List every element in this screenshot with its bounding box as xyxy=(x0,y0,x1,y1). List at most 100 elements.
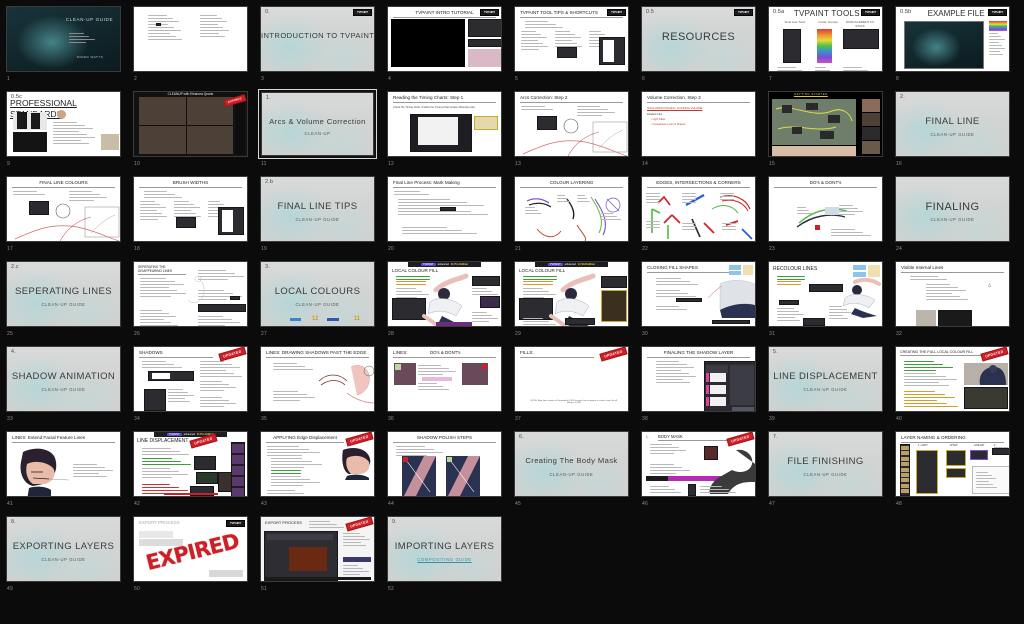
slide-thumbnail[interactable]: DO's & DONT's xyxy=(766,174,885,244)
slide-thumbnail[interactable]: CLOSING FILL SHAPES xyxy=(639,259,758,329)
slide-thumbnail[interactable]: Visible Internal Lines △ xyxy=(893,259,1012,329)
slide-cell[interactable]: EXPORT PROCESS TVPAINT EXPIRED 50 xyxy=(131,514,258,599)
slide-cell[interactable]: TVPAINT advanced 11 Pro Edition LOCAL COLOU… xyxy=(385,259,512,344)
slide-thumbnail[interactable]: 3. LOCAL COLOURS CLEAN-UP GUIDE 12 11 xyxy=(258,259,377,329)
slide-thumbnail[interactable]: 0.5b EXAMPLE FILE TVPAINT xyxy=(893,4,1012,74)
slide-cell[interactable]: 9. IMPORTING LAYERS COMPOSITING GUIDE 52 xyxy=(385,514,512,599)
slide-thumbnail[interactable]: EXPORT PROCESS UPDATED xyxy=(258,514,377,584)
slide-cell[interactable]: LINES: DRAWING SHADOWS PAST THE EDGE 35 xyxy=(258,344,385,429)
slide-cell[interactable]: 0.5a TVPAINT TOOLS Final Line Tools Colour … xyxy=(766,4,893,89)
slide-cell[interactable]: SEPERATING THE DISAPPEARING LINES 26 xyxy=(131,259,258,344)
slide-thumbnail[interactable]: 9. IMPORTING LAYERS COMPOSITING GUIDE xyxy=(385,514,504,584)
slide-cell[interactable]: GETTING STARTED 15 xyxy=(766,89,893,174)
slide-thumbnail[interactable]: Arcs Correction: Step 2 xyxy=(512,89,631,159)
slide-cell[interactable]: CLEANUP with Eleanora Quario EXPIRED 10 xyxy=(131,89,258,174)
slide-thumbnail[interactable]: 0. INTRODUCTION TO TVPAINT TVPAINT xyxy=(258,4,377,74)
slide-cell[interactable]: FILLS: NOTE: Blue lines shown in Dreamdec… xyxy=(512,344,639,429)
slide-cell[interactable]: 2. FINAL LINE CLEAN-UP GUIDE 16 xyxy=(893,89,1020,174)
slide-thumbnail[interactable]: SHADOWS UPDATED xyxy=(131,344,250,414)
slide-cell[interactable]: Reading the Timing Charts: Step 1 Check t… xyxy=(385,89,512,174)
slide-cell[interactable]: 0.5cPROFESSIONAL STANDARDS 9 xyxy=(4,89,131,174)
slide-thumbnail[interactable] xyxy=(131,4,250,74)
slide-cell[interactable]: CLEAN-UP GUIDE MIRED WATTS 1 xyxy=(4,4,131,89)
slide-sorter-pane[interactable]: CLEAN-UP GUIDE MIRED WATTS 1 2 0. INTRODUCTIO… xyxy=(0,0,1024,624)
slide-thumbnail[interactable]: LAYER NAMING & ORDERING 1. LIGHT SHOW LINE … xyxy=(893,429,1012,499)
slide-cell[interactable]: SHADOW POLISH STEPS 44 xyxy=(385,429,512,514)
slide-thumbnail[interactable]: TVPAINT advanced 11 Pro Edition LINE DISPLA… xyxy=(131,429,250,499)
slide-cell[interactable]: 4. SHADOW ANIMATION CLEAN-UP GUIDE 33 xyxy=(4,344,131,429)
slide-thumbnail[interactable]: GETTING STARTED xyxy=(766,89,885,159)
slide-thumbnail[interactable]: 2. FINAL LINE CLEAN-UP GUIDE xyxy=(893,89,1012,159)
slide-cell[interactable]: TVPAINT INTRO TUTORIAL TVPAINT 4 xyxy=(385,4,512,89)
slide-thumbnail[interactable]: BRUSH WIDTHS xyxy=(131,174,250,244)
slide-cell[interactable]: 8. EXPORTING LAYERS CLEAN-UP GUIDE 49 xyxy=(4,514,131,599)
slide-cell[interactable]: 2.c SEPERATING LINES CLEAN-UP GUIDE 25 xyxy=(4,259,131,344)
slide-cell[interactable]: 3. LOCAL COLOURS CLEAN-UP GUIDE 12 11 27 xyxy=(258,259,385,344)
slide-cell[interactable]: FINAL LINE COLOURS 17 xyxy=(4,174,131,259)
slide-thumbnail[interactable]: LINES: DO's & DONT's xyxy=(385,344,504,414)
slide-cell[interactable]: TVPAINT advanced 11 Pro Edition LINE DISPLA… xyxy=(131,429,258,514)
slide-thumbnail[interactable]: 4. SHADOW ANIMATION CLEAN-UP GUIDE xyxy=(4,344,123,414)
slide-cell[interactable]: 0. INTRODUCTION TO TVPAINT TVPAINT 3 xyxy=(258,4,385,89)
slide-thumbnail[interactable]: 0.5 RESOURCES TVPAINT xyxy=(639,4,758,74)
slide-thumbnail[interactable]: 5. LINE DISPLACEMENT CLEAN-UP GUIDE xyxy=(766,344,885,414)
slide-thumbnail[interactable]: FINALING THE SHADOW LAYER xyxy=(639,344,758,414)
slide-thumbnail[interactable]: CLEAN-UP GUIDE MIRED WATTS xyxy=(4,4,123,74)
slide-thumbnail[interactable]: TVPAINT INTRO TUTORIAL TVPAINT xyxy=(385,4,504,74)
slide-thumbnail[interactable]: 1. BODY MASK UPDATED xyxy=(639,429,758,499)
slide-cell[interactable]: LINES: Extend Facial Feature Lines 41 xyxy=(4,429,131,514)
slide-thumbnail[interactable]: Reading the Timing Charts: Step 1 Check t… xyxy=(385,89,504,159)
slide-cell[interactable]: Final Line Process: Mark Making 20 xyxy=(385,174,512,259)
slide-thumbnail[interactable]: RECOLOUR LINES xyxy=(766,259,885,329)
slide-cell[interactable]: Volume Correction, Step 3 OCCLUSION ISSUE… xyxy=(639,89,766,174)
slide-thumbnail[interactable]: EXPORT PROCESS TVPAINT EXPIRED xyxy=(131,514,250,584)
slide-thumbnail[interactable]: Volume Correction, Step 3 OCCLUSION ISSUE… xyxy=(639,89,758,159)
slide-thumbnail[interactable]: 2.c SEPERATING LINES CLEAN-UP GUIDE xyxy=(4,259,123,329)
slide-thumbnail[interactable]: LINES: DRAWING SHADOWS PAST THE EDGE xyxy=(258,344,377,414)
slide-thumbnail[interactable]: SHADOW POLISH STEPS xyxy=(385,429,504,499)
slide-cell[interactable]: 0.5b EXAMPLE FILE TVPAINT 8 xyxy=(893,4,1020,89)
slide-thumbnail[interactable]: 6. Creating The Body Mask CLEAN-UP GUIDE xyxy=(512,429,631,499)
slide-thumbnail[interactable]: SEPERATING THE DISAPPEARING LINES xyxy=(131,259,250,329)
slide-cell[interactable]: 5. LINE DISPLACEMENT CLEAN-UP GUIDE 39 xyxy=(766,344,893,429)
slide-cell[interactable]: SHADOWS UPDATED 34 xyxy=(131,344,258,429)
slide-cell[interactable]: CREATING THE FULL LOCAL COLOUR FILL UPDA… xyxy=(893,344,1020,429)
slide-cell[interactable]: LAYER NAMING & ORDERING 1. LIGHT SHOW LINE … xyxy=(893,429,1020,514)
slide-cell[interactable]: RECOLOUR LINES 31 xyxy=(766,259,893,344)
slide-cell[interactable]: LINES: DO's & DONT's 36 xyxy=(385,344,512,429)
slide-thumbnail[interactable]: CREATING THE FULL LOCAL COLOUR FILL UPDA… xyxy=(893,344,1012,414)
slide-thumbnail-selected[interactable]: 1. Arcs & Volume Correction CLEAN-UP xyxy=(258,89,377,159)
slide-thumbnail[interactable]: 7. FILE FINISHING CLEAN-UP GUIDE xyxy=(766,429,885,499)
slide-thumbnail[interactable]: TVPAINT advanced 11 Std Edition LOCAL COLOU… xyxy=(512,259,631,329)
slide-thumbnail[interactable]: TVPAINT TOOL TIPS & SHORTCUTS TVPAINT xyxy=(512,4,631,74)
slide-cell[interactable]: 7. FILE FINISHING CLEAN-UP GUIDE 47 xyxy=(766,429,893,514)
slide-cell[interactable]: Visible Internal Lines △ 32 xyxy=(893,259,1020,344)
slide-thumbnail[interactable]: TVPAINT advanced 11 Pro Edition LOCAL COLOU… xyxy=(385,259,504,329)
slide-thumbnail[interactable]: LINES: Extend Facial Feature Lines xyxy=(4,429,123,499)
slide-cell[interactable]: FINALING CLEAN-UP GUIDE 24 xyxy=(893,174,1020,259)
slide-cell[interactable]: TVPAINT advanced 11 Std Edition LOCAL COLOU… xyxy=(512,259,639,344)
slide-cell[interactable]: EDGES, INTERSECTIONS & CORNERS 22 xyxy=(639,174,766,259)
slide-cell[interactable]: EXPORT PROCESS UPDATED 51 xyxy=(258,514,385,599)
slide-thumbnail[interactable]: FINALING CLEAN-UP GUIDE xyxy=(893,174,1012,244)
slide-thumbnail[interactable]: 0.5cPROFESSIONAL STANDARDS xyxy=(4,89,123,159)
slide-thumbnail[interactable]: 8. EXPORTING LAYERS CLEAN-UP GUIDE xyxy=(4,514,123,584)
slide-thumbnail[interactable]: EDGES, INTERSECTIONS & CORNERS xyxy=(639,174,758,244)
slide-thumbnail[interactable]: CLEANUP with Eleanora Quario EXPIRED xyxy=(131,89,250,159)
slide-thumbnail[interactable]: 2.b FINAL LINE TIPS CLEAN-UP GUIDE xyxy=(258,174,377,244)
slide-cell[interactable]: CLOSING FILL SHAPES 30 xyxy=(639,259,766,344)
slide-thumbnail[interactable]: FINAL LINE COLOURS xyxy=(4,174,123,244)
slide-thumbnail[interactable]: 0.5a TVPAINT TOOLS Final Line Tools Colour … xyxy=(766,4,885,74)
slide-thumbnail[interactable]: FILLS: NOTE: Blue lines shown in Dreamdec… xyxy=(512,344,631,414)
slide-thumbnail[interactable]: COLOUR LAYERING xyxy=(512,174,631,244)
slide-cell[interactable]: DO's & DONT's 23 xyxy=(766,174,893,259)
slide-cell[interactable]: COLOUR LAYERING 21 xyxy=(512,174,639,259)
slide-cell[interactable]: BRUSH WIDTHS 18 xyxy=(131,174,258,259)
slide-cell[interactable]: APPLYING Edge Displacement UPDATED 43 xyxy=(258,429,385,514)
slide-cell[interactable]: TVPAINT TOOL TIPS & SHORTCUTS TVPAINT 5 xyxy=(512,4,639,89)
slide-cell[interactable]: Arcs Correction: Step 2 13 xyxy=(512,89,639,174)
slide-cell[interactable]: FINALING THE SHADOW LAYER 38 xyxy=(639,344,766,429)
slide-thumbnail[interactable]: APPLYING Edge Displacement UPDATED xyxy=(258,429,377,499)
slide-cell[interactable]: 1. BODY MASK UPDATED 46 xyxy=(639,429,766,514)
slide-cell[interactable]: 6. Creating The Body Mask CLEAN-UP GUIDE 45 xyxy=(512,429,639,514)
